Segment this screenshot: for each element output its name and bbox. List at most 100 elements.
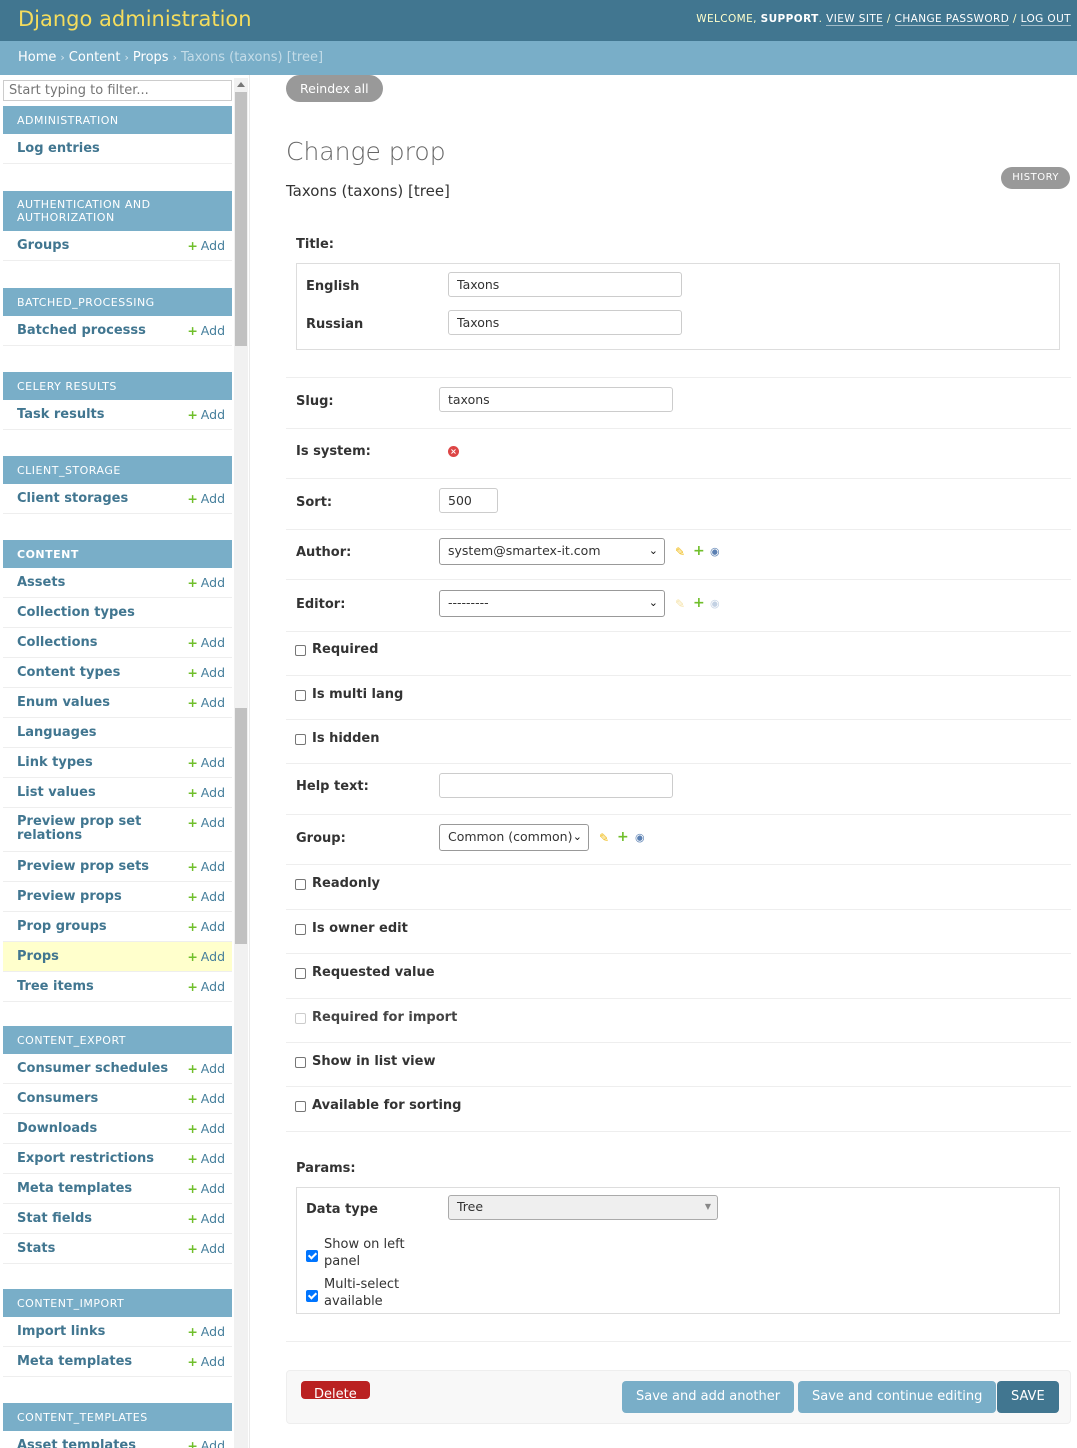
sidebar-item-label[interactable]: Log entries — [17, 141, 177, 156]
add-link[interactable]: + Add — [187, 785, 225, 800]
is-owner-edit-checkbox[interactable] — [295, 924, 306, 935]
add-link[interactable]: + Add — [187, 949, 225, 964]
editor-select[interactable]: --------- ⌄ — [439, 590, 665, 617]
sidebar-scrollbar[interactable] — [234, 78, 248, 1448]
add-link[interactable]: + Add — [187, 1354, 225, 1369]
sidebar-item-export-restrictions[interactable]: Export restrictions + Add — [3, 1144, 232, 1174]
module-caption[interactable]: Content — [3, 540, 232, 568]
scroll-up-arrow-icon[interactable] — [237, 82, 245, 87]
sidebar-item-label[interactable]: Downloads — [17, 1121, 177, 1136]
save-button[interactable]: SAVE — [997, 1381, 1059, 1413]
title-english-input[interactable] — [448, 272, 682, 297]
multi-select-checkbox[interactable] — [306, 1290, 318, 1302]
available-for-sorting-label[interactable]: Available for sorting — [312, 1098, 461, 1113]
title-russian-input[interactable] — [448, 310, 682, 335]
sidebar-item-label[interactable]: Groups — [17, 238, 177, 253]
sidebar-item-label[interactable]: Consumers — [17, 1091, 177, 1106]
sidebar-item-label[interactable]: Preview props — [17, 889, 177, 904]
help-text-input[interactable] — [439, 773, 673, 798]
change-password-link[interactable]: CHANGE PASSWORD — [894, 13, 1010, 26]
sidebar-item-label[interactable]: Collection types — [17, 605, 177, 620]
add-link[interactable]: + Add — [187, 1241, 225, 1256]
module-caption[interactable]: Content_export — [3, 1026, 232, 1054]
readonly-label[interactable]: Readonly — [312, 876, 380, 891]
sidebar-item-label[interactable]: Meta templates — [17, 1354, 177, 1369]
is-hidden-label[interactable]: Is hidden — [312, 731, 380, 746]
requested-value-checkbox[interactable] — [295, 968, 306, 979]
history-button[interactable]: History — [1001, 167, 1070, 189]
view-eye-icon[interactable]: ◉ — [710, 546, 720, 558]
add-link[interactable]: + Add — [187, 491, 225, 506]
data-type-select[interactable]: Tree ▼ — [448, 1195, 718, 1220]
sort-input[interactable] — [439, 488, 498, 513]
delete-button[interactable]: Delete — [301, 1381, 370, 1399]
add-link[interactable]: + Add — [187, 979, 225, 994]
sidebar-item-preview-props[interactable]: Preview props + Add — [3, 882, 232, 912]
module-caption[interactable]: Administration — [3, 106, 232, 134]
add-link[interactable]: + Add — [187, 755, 225, 770]
sidebar-item-collection-types[interactable]: Collection types — [3, 598, 232, 628]
module-caption[interactable]: Authentication and Authorization — [3, 191, 232, 231]
add-link[interactable]: + Add — [187, 635, 225, 650]
breadcrumb-content[interactable]: Content — [69, 50, 121, 65]
sidebar-item-label[interactable]: Batched processs — [17, 323, 177, 338]
reindex-all-button[interactable]: Reindex all — [286, 75, 383, 102]
add-link[interactable]: + Add — [187, 919, 225, 934]
save-add-another-button[interactable]: Save and add another — [622, 1381, 795, 1413]
slug-input[interactable] — [439, 387, 673, 412]
sidebar-item-label[interactable]: List values — [17, 785, 177, 800]
is-owner-edit-label[interactable]: Is owner edit — [312, 921, 408, 936]
add-link[interactable]: + Add — [187, 1061, 225, 1076]
sidebar-item-content-types[interactable]: Content types + Add — [3, 658, 232, 688]
module-caption[interactable]: Content_import — [3, 1289, 232, 1317]
group-select[interactable]: Common (common) ⌄ — [439, 824, 589, 851]
sidebar-item-languages[interactable]: Languages — [3, 718, 232, 748]
add-plus-icon[interactable]: + — [693, 544, 705, 558]
sidebar-item-consumer-schedules[interactable]: Consumer schedules + Add — [3, 1054, 232, 1084]
show-on-left-panel-label[interactable]: Show on left panel — [324, 1236, 434, 1270]
add-link[interactable]: + Add — [187, 695, 225, 710]
add-link[interactable]: + Add — [187, 575, 225, 590]
sidebar-item-label[interactable]: Asset templates — [17, 1438, 177, 1448]
sidebar-item-label[interactable]: Tree items — [17, 979, 177, 994]
available-for-sorting-checkbox[interactable] — [295, 1101, 306, 1112]
scrollbar-thumb[interactable] — [235, 708, 247, 944]
sidebar-item-stats[interactable]: Stats + Add — [3, 1234, 232, 1264]
nav-filter-input[interactable] — [3, 80, 232, 101]
edit-pencil-icon[interactable]: ✎ — [675, 546, 685, 558]
add-link[interactable]: + Add — [187, 238, 225, 253]
sidebar-item-client-storages[interactable]: Client storages + Add — [3, 484, 232, 514]
add-link[interactable]: + Add — [187, 889, 225, 904]
breadcrumb-home[interactable]: Home — [18, 50, 56, 65]
sidebar-item-label[interactable]: Export restrictions — [17, 1151, 177, 1166]
sidebar-item-label[interactable]: Preview prop set relations — [17, 815, 177, 843]
log-out-link[interactable]: LOG OUT — [1020, 13, 1071, 26]
module-caption[interactable]: Batched_processing — [3, 288, 232, 316]
breadcrumb-props[interactable]: Props — [133, 50, 169, 65]
sidebar-item-label[interactable]: Languages — [17, 725, 177, 740]
sidebar-item-batched-processs[interactable]: Batched processs + Add — [3, 316, 232, 346]
sidebar-item-task-results[interactable]: Task results + Add — [3, 400, 232, 430]
sidebar-item-downloads[interactable]: Downloads + Add — [3, 1114, 232, 1144]
add-link[interactable]: + Add — [187, 665, 225, 680]
module-caption[interactable]: Celery Results — [3, 372, 232, 400]
sidebar-item-import-links[interactable]: Import links + Add — [3, 1317, 232, 1347]
required-label[interactable]: Required — [312, 642, 378, 657]
add-link[interactable]: + Add — [187, 323, 225, 338]
sidebar-item-meta-templates[interactable]: Meta templates + Add — [3, 1347, 232, 1377]
required-checkbox[interactable] — [295, 645, 306, 656]
sidebar-item-consumers[interactable]: Consumers + Add — [3, 1084, 232, 1114]
sidebar-item-list-values[interactable]: List values + Add — [3, 778, 232, 808]
sidebar-item-stat-fields[interactable]: Stat fields + Add — [3, 1204, 232, 1234]
requested-value-label[interactable]: Requested value — [312, 965, 435, 980]
show-in-list-view-label[interactable]: Show in list view — [312, 1054, 435, 1069]
sidebar-item-label[interactable]: Import links — [17, 1324, 177, 1339]
sidebar-item-prop-groups[interactable]: Prop groups + Add — [3, 912, 232, 942]
sidebar-item-label[interactable]: Enum values — [17, 695, 177, 710]
multi-select-label[interactable]: Multi-select available — [324, 1276, 434, 1310]
add-link[interactable]: + Add — [187, 815, 225, 830]
sidebar-item-asset-templates[interactable]: Asset templates + Add — [3, 1431, 232, 1448]
add-link[interactable]: + Add — [187, 1211, 225, 1226]
sidebar-item-label[interactable]: Link types — [17, 755, 177, 770]
sidebar-item-collections[interactable]: Collections + Add — [3, 628, 232, 658]
